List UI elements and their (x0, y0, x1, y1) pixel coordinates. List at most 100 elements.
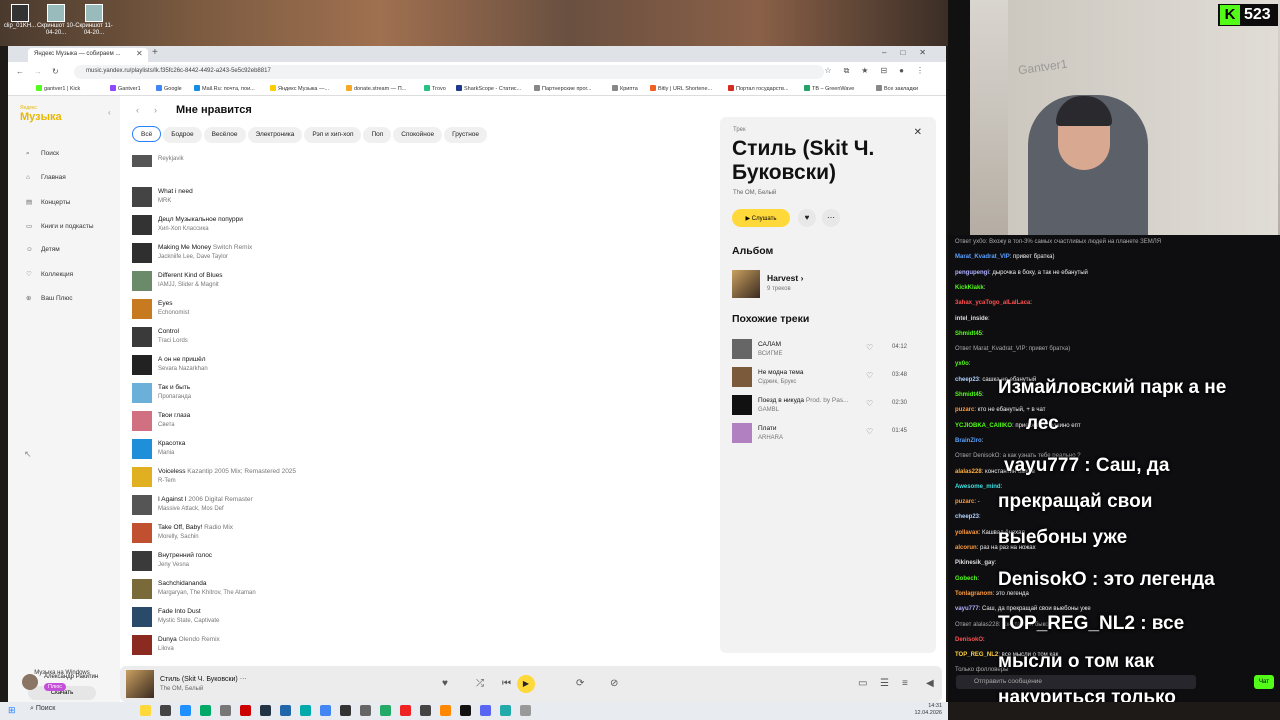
bookmark[interactable]: gantver1 | Kick (36, 85, 80, 92)
volume-icon[interactable]: ◀ (926, 678, 934, 689)
chat-message[interactable]: Ответ Marat_Kvadrat_VIP: привет братка) (955, 346, 1070, 352)
chat-username[interactable]: Pikinesik_gay (955, 560, 995, 566)
app-icon[interactable] (200, 705, 211, 716)
bookmark[interactable]: TB – GreenWave (804, 85, 854, 92)
bookmark[interactable]: Trovo (424, 85, 446, 92)
yandex-music-logo[interactable]: Яндекс Музыка (20, 104, 62, 123)
chat-username[interactable]: Gobech (955, 576, 977, 582)
track-row[interactable]: Внутренний голос Jeny Vesna (132, 548, 552, 574)
sidebar-item-concerts[interactable]: ▤ Концерты (26, 198, 70, 206)
desktop-icon[interactable]: Скриншот 11-04-20... (74, 4, 114, 37)
chat-message[interactable]: BrainZiro: (955, 438, 983, 444)
chat-username[interactable]: alalas228 (955, 469, 982, 475)
track-row[interactable]: Different Kind of Blues IAMJJ, Slider & … (132, 268, 552, 294)
chat-username[interactable]: Shmidt45 (955, 392, 982, 398)
chat-username[interactable]: cheep23 (955, 377, 979, 383)
chat-username[interactable]: TOP_REG_NL2 (955, 652, 998, 658)
chat-message[interactable]: 3ahax_ycaTogo_aILaILaca: (955, 300, 1032, 306)
chat-message[interactable]: Awesome_mind: (955, 484, 1002, 490)
track-row[interactable]: Control Traci Lords (132, 324, 552, 350)
chat-username[interactable]: Shmidt45 (955, 331, 982, 337)
filter-chip[interactable]: Грустное (444, 127, 488, 143)
dislike-icon[interactable]: ⊘ (610, 678, 618, 689)
filter-chip[interactable]: Весёлое (203, 127, 246, 143)
like-icon[interactable]: ♥ (798, 209, 816, 227)
track-row[interactable]: Voiceless Kazantip 2005 Mix; Remastered … (132, 464, 552, 490)
like-icon[interactable]: ♡ (866, 399, 873, 408)
previous-icon[interactable]: ⏮ (502, 678, 511, 689)
bookmark[interactable]: Крипта (612, 85, 638, 92)
queue-icon[interactable]: ☰ (880, 678, 889, 689)
chat-message[interactable]: ух0о: (955, 361, 970, 367)
app-icon[interactable] (380, 705, 391, 716)
filter-chip[interactable]: Поп (363, 127, 392, 143)
listen-button[interactable]: ▶ Слушать (732, 209, 790, 227)
track-row[interactable]: Твои глаза Света (132, 408, 552, 434)
app-icon[interactable] (300, 705, 311, 716)
new-tab-icon[interactable]: + (152, 47, 158, 58)
chat-message[interactable]: Pikinesik_gay: (955, 560, 996, 566)
sidebar-item-plus[interactable]: ⊕ Ваш Плюс (26, 294, 73, 302)
chat-username[interactable]: vayu777 (955, 606, 979, 612)
desktop-icon[interactable]: clip_01KH... (0, 4, 40, 30)
taskbar-search[interactable]: ⌕ Поиск (30, 705, 55, 713)
chat-message[interactable]: pengupengi: дырочка в боку, а так не еба… (955, 270, 1088, 276)
close-tab-icon[interactable]: ✕ (136, 49, 143, 58)
now-playing-artists[interactable]: The OM, Белый (160, 686, 203, 692)
chat-message[interactable]: Shmidt45: (955, 331, 984, 337)
chat-message[interactable]: Gobech: (955, 576, 979, 582)
bookmark[interactable]: Mail.Ru: почта, пои... (194, 85, 255, 92)
chat-message[interactable]: Ответ ух0о: Вхожу в топ-3% самых счастли… (955, 239, 1161, 245)
like-icon[interactable]: ♡ (866, 427, 873, 436)
sidebar-item-search[interactable]: ⌕ Поиск (26, 150, 59, 158)
chat-send-button[interactable]: Чат (1254, 675, 1274, 689)
back-chevron-icon[interactable]: ‹ (136, 105, 139, 115)
chat-message[interactable]: vayu777: Саш, да прекращай свои выебоны … (955, 606, 1091, 612)
repeat-icon[interactable]: ⟳ (576, 678, 584, 689)
chat-username[interactable]: puzarc (955, 407, 974, 413)
bookmark[interactable]: Все закладки (876, 85, 918, 92)
filter-chip[interactable]: Бодрое (163, 127, 202, 143)
chat-username[interactable]: Awesome_mind (955, 484, 1001, 490)
chat-message[interactable]: YCJIOBKA_CAIIIKO: приезжай в Тушино епт (955, 423, 1081, 429)
chat-message[interactable]: DenisokO: (955, 637, 985, 643)
chat-username[interactable]: KickKlakk (955, 285, 984, 291)
chat-username[interactable]: puzarc (955, 499, 974, 505)
similar-track-row[interactable]: Не модна тема Сіджик, Брукс ♡ 03:48 (732, 367, 932, 391)
track-row[interactable]: What i need MRK (132, 184, 552, 210)
forward-chevron-icon[interactable]: › (154, 105, 157, 115)
app-icon[interactable] (480, 705, 491, 716)
more-icon[interactable]: ⋯ (822, 209, 840, 227)
bookmark[interactable]: SharkScope - Статис... (456, 85, 521, 92)
now-playing-title[interactable]: Стиль (Skit Ч. Буковски) ⋯ (160, 675, 247, 683)
track-row[interactable]: Sachchidananda Margaryan, The Khitrov, T… (132, 576, 552, 602)
sidebar-item-collection[interactable]: ♡ Коллекция (26, 270, 73, 278)
similar-track-row[interactable]: Плати ARHARA ♡ 01:45 (732, 423, 932, 447)
system-clock[interactable]: 14:31 12.04.2026 (914, 703, 942, 717)
track-row[interactable]: Making Me Money Switch Remix Jackniife Le… (132, 240, 552, 266)
app-icon[interactable] (320, 705, 331, 716)
similar-track-row[interactable]: Поезд в никуда Prod. by Pas... GAMBL ♡ 02:3… (732, 395, 932, 419)
now-playing-cover[interactable] (126, 670, 154, 698)
cast-icon[interactable]: ▭ (858, 678, 867, 689)
windows-start-icon[interactable]: ⊞ (8, 705, 16, 716)
chat-username[interactable]: ух0о (955, 361, 969, 367)
track-row[interactable]: Fade Into Dust Mystic State, Captivate (132, 604, 552, 630)
track-row[interactable]: I Against I 2006 Digital Remaster Massive… (132, 492, 552, 518)
chat-username[interactable]: Tonlagranom (955, 591, 993, 597)
bookmark[interactable]: Bitly | URL Shortene... (650, 85, 712, 92)
sidebar-item-kids[interactable]: ☺ Детям (26, 246, 60, 253)
sidebar-item-home[interactable]: ⌂ Главная (26, 174, 66, 181)
chat-username[interactable]: yollavax (955, 530, 979, 536)
chat-message[interactable]: puzarc: - (955, 499, 980, 505)
bookmark[interactable]: Яндекс Музыка —... (270, 85, 329, 92)
chat-input[interactable]: Отправить сообщение (956, 675, 1196, 689)
filter-chip[interactable]: Всё (132, 126, 162, 142)
track-artists[interactable]: The OM, Белый (733, 190, 776, 196)
collapse-sidebar-icon[interactable]: ‹ (108, 108, 111, 117)
track-row[interactable]: Так и быть Пропаганда (132, 380, 552, 406)
chat-username[interactable]: DenisokO (955, 637, 983, 643)
track-row[interactable]: Eyes Echonomist (132, 296, 552, 322)
track-row[interactable]: А он не пришёл Sevara Nazarkhan (132, 352, 552, 378)
chat-username[interactable]: cheep23 (955, 514, 979, 520)
